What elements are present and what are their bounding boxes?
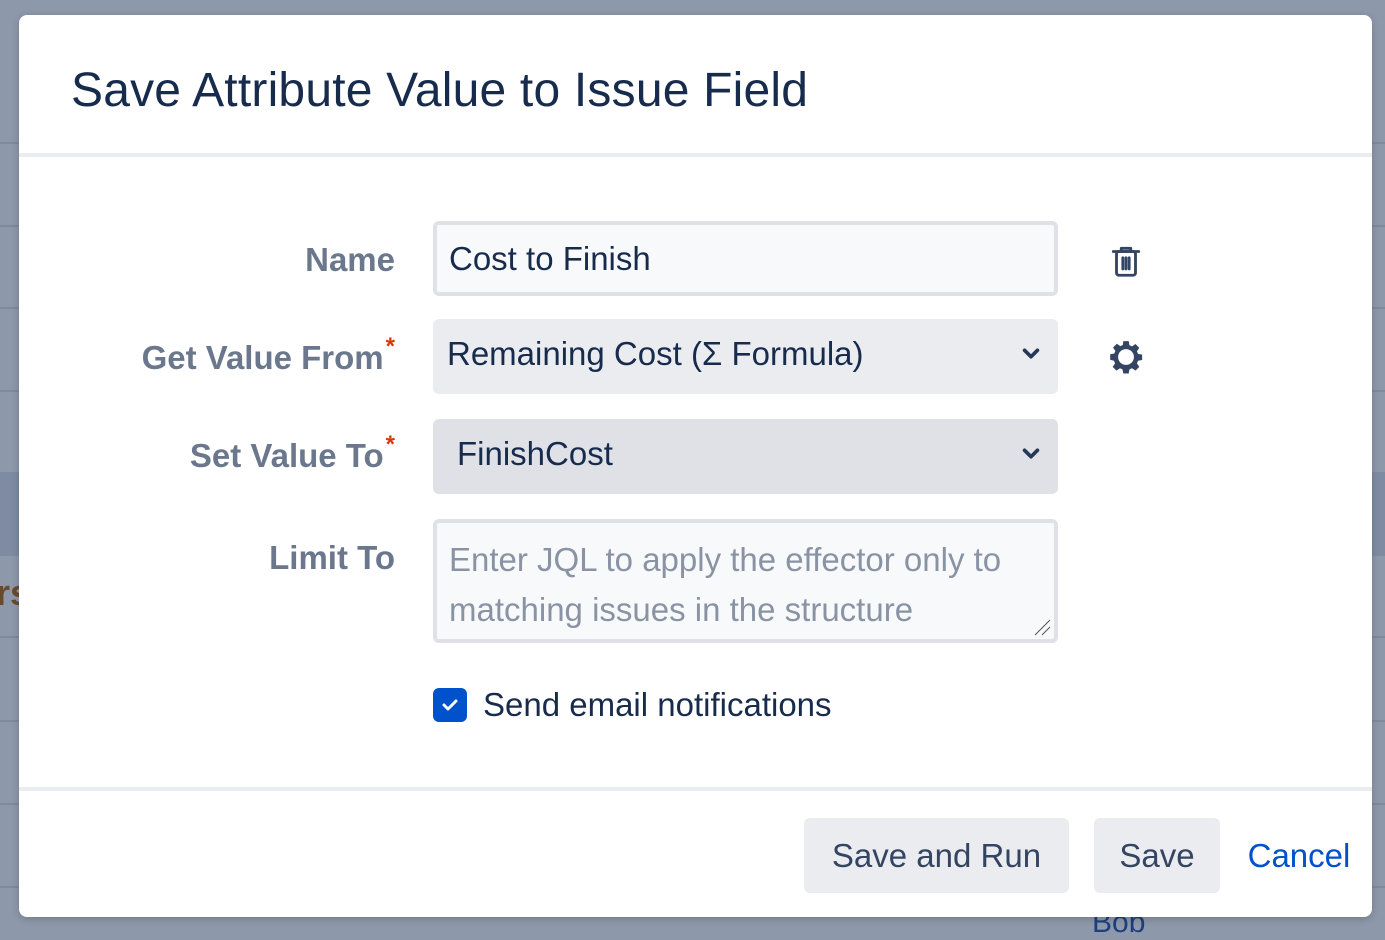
- set-value-to-label-text: Set Value To: [189, 437, 384, 474]
- save-button[interactable]: Save: [1094, 818, 1220, 893]
- dialog-title: Save Attribute Value to Issue Field: [71, 64, 809, 117]
- resize-handle-icon[interactable]: [1031, 616, 1051, 636]
- get-value-from-label: Get Value From*: [141, 333, 395, 377]
- save-and-run-button[interactable]: Save and Run: [804, 818, 1069, 893]
- delete-button[interactable]: [1107, 242, 1145, 280]
- required-indicator: *: [385, 431, 395, 458]
- limit-to-jql-input[interactable]: Enter JQL to apply the effector only to …: [433, 519, 1058, 643]
- limit-to-placeholder: Enter JQL to apply the effector only to …: [449, 541, 1002, 628]
- checkmark-icon: [442, 699, 458, 711]
- send-email-notifications-row[interactable]: Send email notifications: [433, 685, 832, 725]
- get-value-from-label-text: Get Value From: [141, 339, 384, 376]
- dialog-body: Name Get Value From* Remaining Cost (Σ F…: [19, 157, 1372, 787]
- chevron-down-icon: [1022, 448, 1040, 459]
- get-value-from-value: Remaining Cost (Σ Formula): [447, 335, 864, 372]
- limit-to-label: Limit To: [269, 539, 395, 577]
- formula-settings-button[interactable]: [1107, 338, 1145, 376]
- get-value-from-select[interactable]: Remaining Cost (Σ Formula): [433, 319, 1058, 394]
- limit-to-label-text: Limit To: [269, 539, 395, 576]
- send-email-label: Send email notifications: [483, 686, 832, 723]
- set-value-to-label: Set Value To*: [189, 431, 395, 475]
- trash-icon: [1111, 246, 1141, 277]
- send-email-checkbox[interactable]: [433, 688, 467, 722]
- name-input[interactable]: [433, 221, 1058, 296]
- set-value-to-value: FinishCost: [457, 435, 613, 472]
- gear-icon: [1110, 341, 1143, 374]
- required-indicator: *: [385, 333, 395, 360]
- chevron-down-icon: [1022, 348, 1040, 359]
- dialog-footer: Save and Run Save Cancel: [19, 787, 1372, 917]
- name-label: Name: [305, 241, 395, 279]
- set-value-to-select[interactable]: FinishCost: [433, 419, 1058, 494]
- cancel-button[interactable]: Cancel: [1234, 818, 1364, 893]
- dialog-header: Save Attribute Value to Issue Field: [19, 15, 1372, 157]
- save-attribute-dialog: Save Attribute Value to Issue Field Name…: [19, 15, 1372, 917]
- name-label-text: Name: [305, 241, 395, 278]
